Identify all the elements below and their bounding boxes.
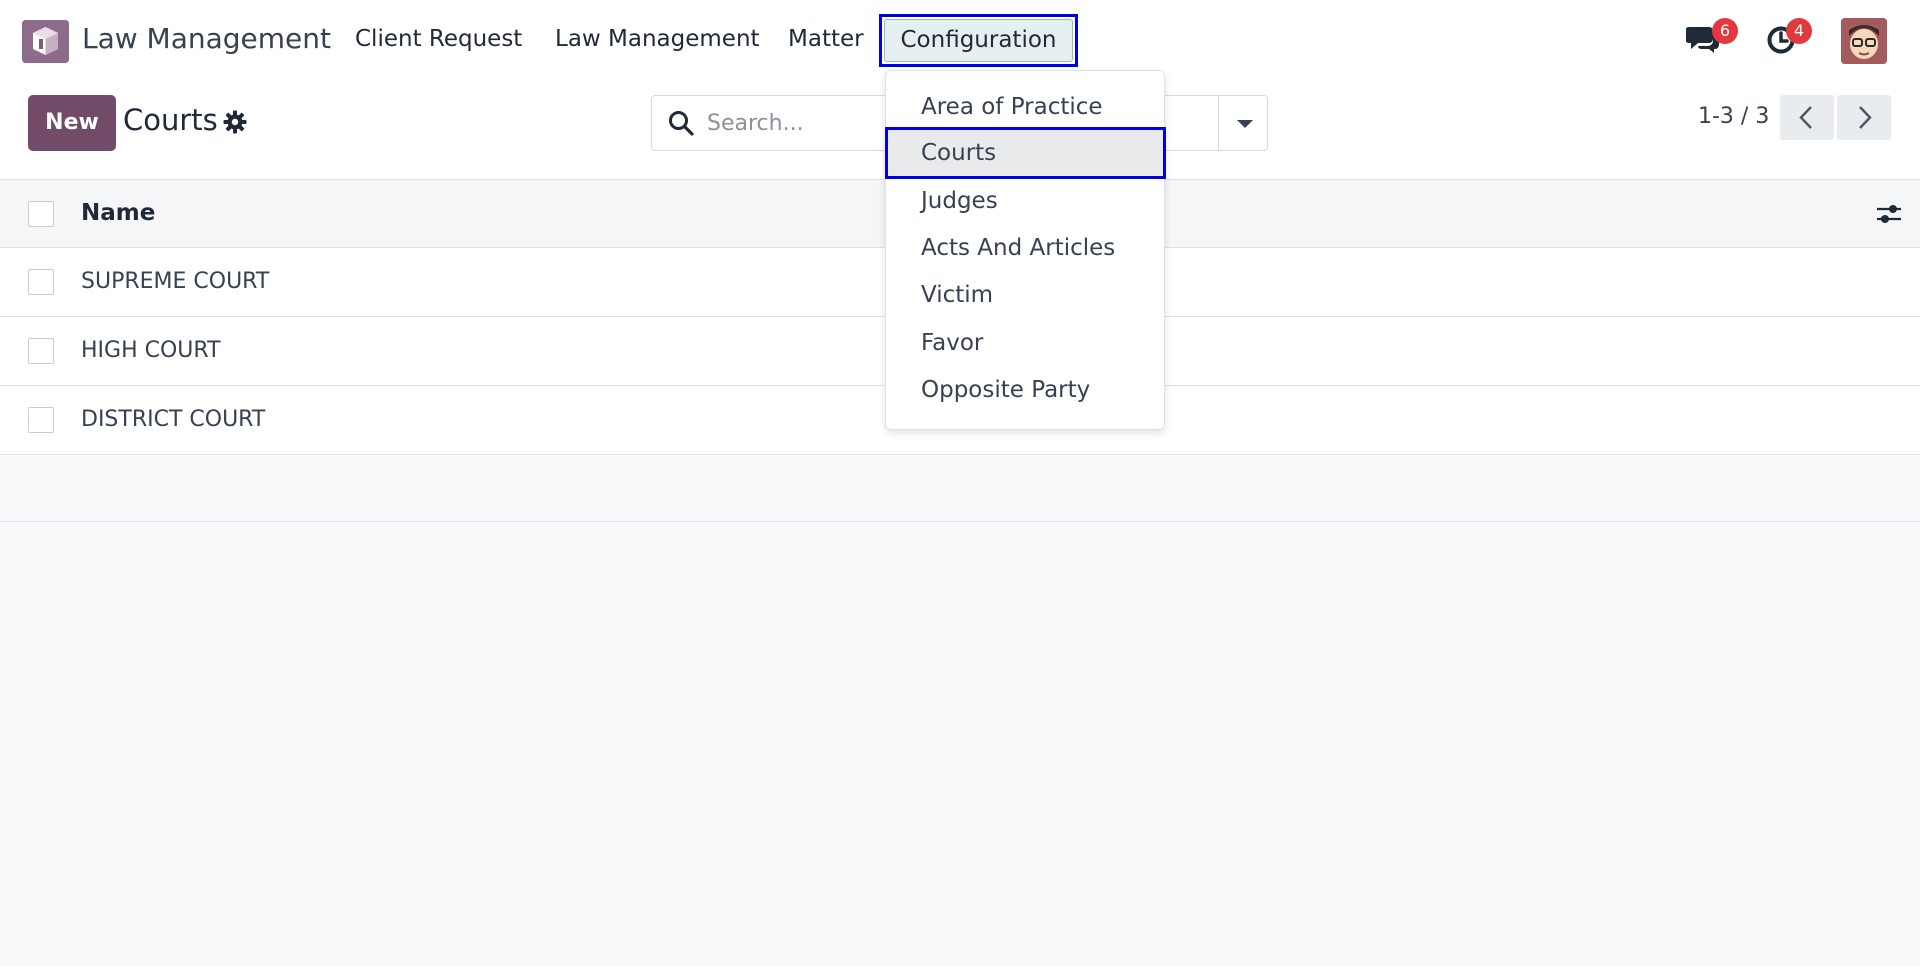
chevron-right-icon bbox=[1859, 106, 1872, 129]
menu-item-opposite-party[interactable]: Opposite Party bbox=[886, 367, 1164, 413]
optional-columns-icon[interactable] bbox=[1876, 202, 1902, 230]
user-avatar[interactable] bbox=[1841, 18, 1887, 64]
row-checkbox[interactable] bbox=[28, 269, 54, 295]
pager-previous-button[interactable] bbox=[1780, 95, 1834, 140]
row-checkbox[interactable] bbox=[28, 338, 54, 364]
search-input[interactable] bbox=[707, 107, 857, 139]
table-footer bbox=[0, 456, 1920, 522]
nav-client-request[interactable]: Client Request bbox=[355, 26, 522, 52]
menu-item-acts-and-articles[interactable]: Acts And Articles bbox=[886, 225, 1164, 271]
cell-name[interactable]: DISTRICT COURT bbox=[81, 407, 265, 432]
activities-badge: 4 bbox=[1786, 18, 1812, 44]
column-header-name[interactable]: Name bbox=[81, 200, 155, 226]
search-icon bbox=[668, 110, 694, 140]
menu-item-victim[interactable]: Victim bbox=[886, 272, 1164, 318]
pager-value[interactable]: 1-3 / 3 bbox=[1698, 104, 1769, 129]
gear-icon[interactable] bbox=[223, 110, 247, 138]
app-logo-icon[interactable] bbox=[22, 20, 69, 63]
new-button[interactable]: New bbox=[28, 95, 116, 151]
row-checkbox[interactable] bbox=[28, 407, 54, 433]
cell-name[interactable]: SUPREME COURT bbox=[81, 269, 269, 294]
menu-item-judges[interactable]: Judges bbox=[886, 178, 1164, 224]
messages-badge: 6 bbox=[1712, 18, 1738, 44]
chevron-left-icon bbox=[1799, 106, 1812, 129]
nav-configuration-highlight bbox=[879, 14, 1078, 67]
menu-item-courts-highlight bbox=[885, 127, 1166, 179]
page-title: Courts bbox=[123, 103, 218, 137]
menu-item-area-of-practice[interactable]: Area of Practice bbox=[886, 84, 1164, 130]
top-navbar: Law Management Client Request Law Manage… bbox=[0, 0, 1920, 80]
nav-matter[interactable]: Matter bbox=[788, 26, 864, 52]
configuration-dropdown-menu: Area of Practice Courts Judges Acts And … bbox=[885, 70, 1165, 430]
caret-down-icon bbox=[1237, 120, 1253, 128]
app-name[interactable]: Law Management bbox=[82, 22, 331, 55]
search-options-toggle[interactable] bbox=[1218, 95, 1268, 151]
pager-next-button[interactable] bbox=[1837, 95, 1891, 140]
menu-item-favor[interactable]: Favor bbox=[886, 320, 1164, 366]
nav-law-management[interactable]: Law Management bbox=[555, 26, 760, 52]
cell-name[interactable]: HIGH COURT bbox=[81, 338, 221, 363]
select-all-checkbox[interactable] bbox=[28, 201, 54, 227]
